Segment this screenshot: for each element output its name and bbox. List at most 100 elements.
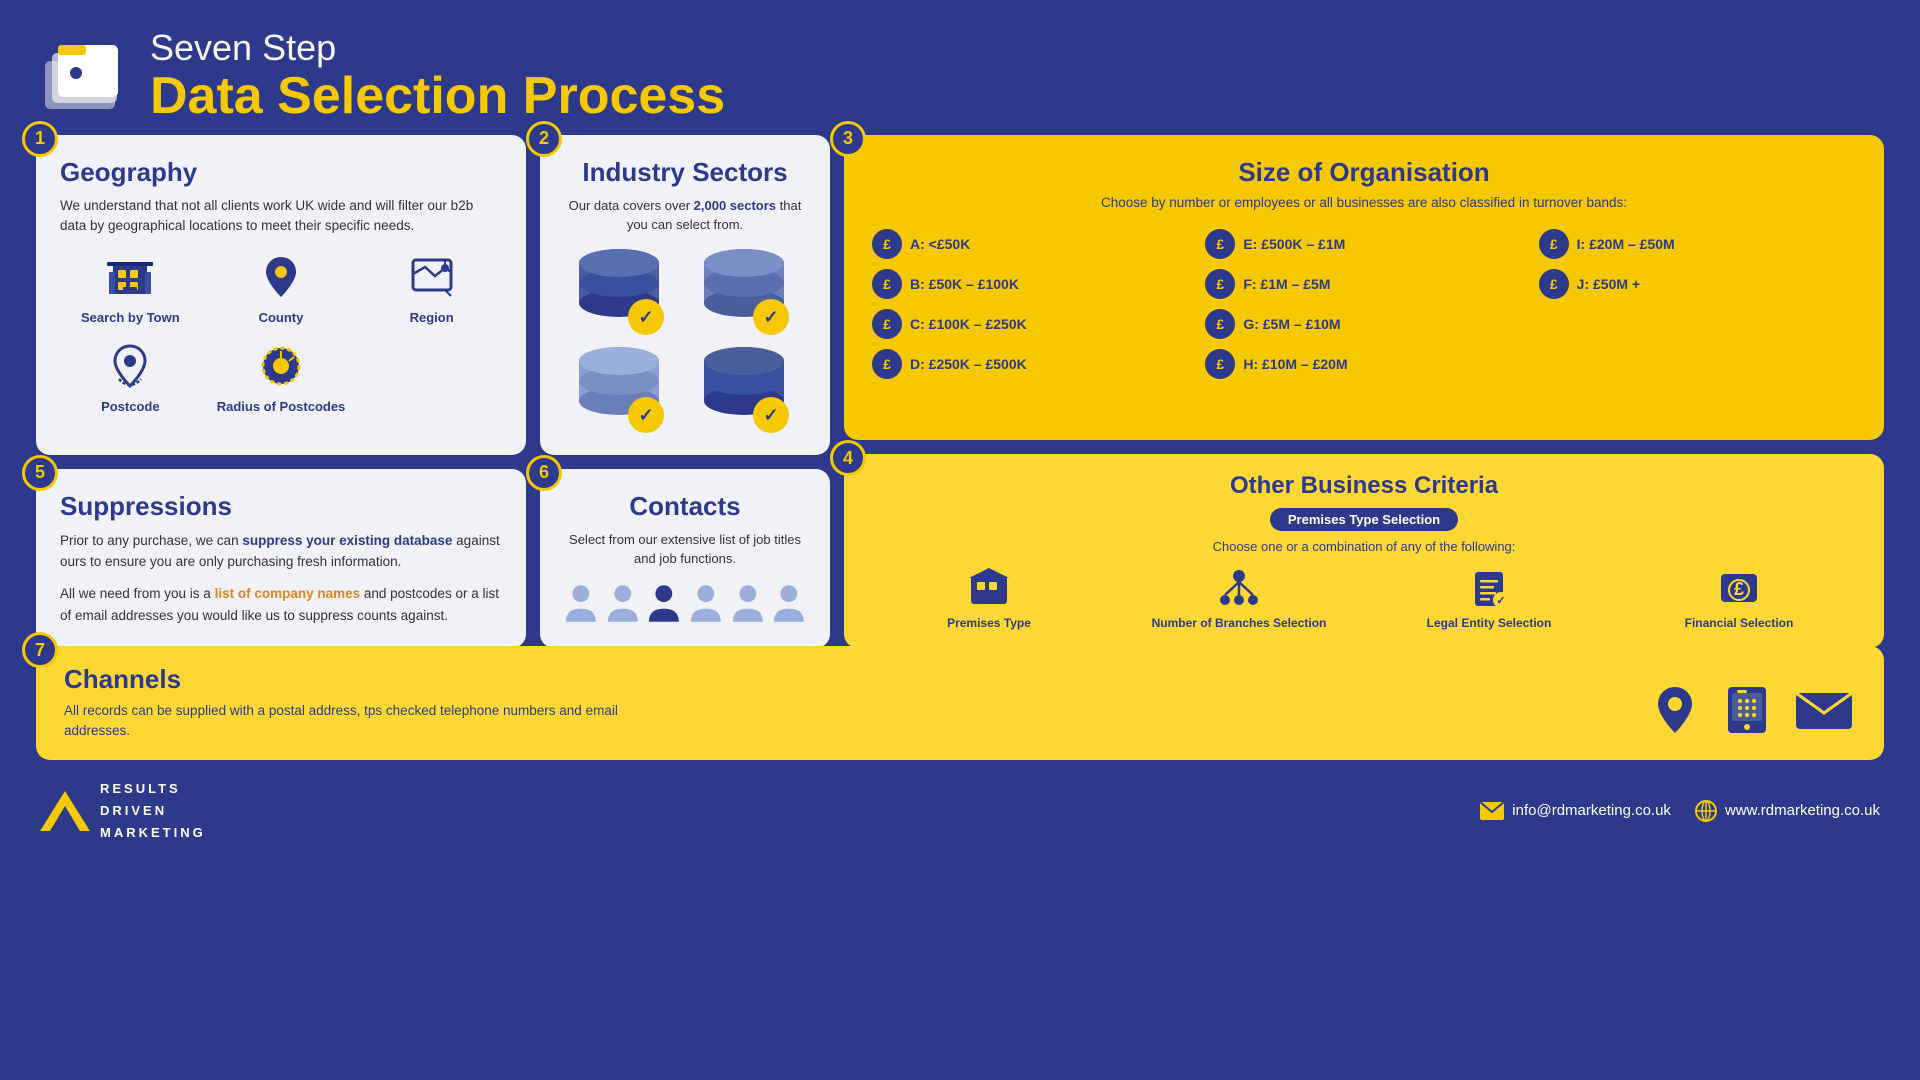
step1-title: Geography: [60, 157, 502, 188]
step2-highlight: 2,000 sectors: [694, 198, 776, 213]
header-text: Seven Step Data Selection Process: [150, 28, 725, 125]
criteria-financial-label: Financial Selection: [1685, 616, 1794, 630]
turnover-h: £ H: £10M – £20M: [1205, 349, 1522, 379]
criteria-financial: £ Financial Selection: [1618, 566, 1860, 630]
folder-icon: [40, 31, 130, 121]
step7-row: 7 Channels All records can be supplied w…: [0, 646, 1920, 760]
step2-description: Our data covers over 2,000 sectors that …: [564, 196, 806, 235]
footer: RESULTS DRIVEN MARKETING info@rdmarketin…: [0, 770, 1920, 852]
db-icon-3: ✓: [564, 343, 674, 433]
telephone-icon: [1720, 683, 1774, 737]
pound-icon-d: £: [872, 349, 902, 379]
person-icon-4: [689, 581, 723, 625]
step2-badge: 2: [526, 121, 562, 157]
step3-title: Size of Organisation: [872, 157, 1856, 188]
step5-para2: All we need from you is a list of compan…: [60, 583, 502, 626]
geo-postcode-label: Postcode: [101, 399, 160, 414]
footer-email-address: info@rdmarketing.co.uk: [1512, 802, 1671, 819]
criteria-legal-label: Legal Entity Selection: [1427, 616, 1552, 630]
step6-contacts: 6 Contacts Select from our extensive lis…: [540, 469, 830, 648]
pound-icon-f: £: [1205, 269, 1235, 299]
header-subtitle: Seven Step: [150, 28, 725, 68]
geo-search-by-town: Search by Town: [60, 250, 201, 325]
email-icon: [1792, 683, 1856, 737]
svg-text:£: £: [1734, 579, 1744, 599]
turnover-a-label: A: <£50K: [910, 236, 970, 252]
step5-para1: Prior to any purchase, we can suppress y…: [60, 530, 502, 573]
step1-geography: 1 Geography We understand that not all c…: [36, 135, 526, 455]
branches-icon: [1217, 566, 1261, 610]
turnover-e: £ E: £500K – £1M: [1205, 229, 1522, 259]
criteria-legal: ✓ Legal Entity Selection: [1368, 566, 1610, 630]
header: Seven Step Data Selection Process: [0, 0, 1920, 135]
pound-icon-g: £: [1205, 309, 1235, 339]
premises-badge: Premises Type Selection: [1270, 508, 1458, 531]
footer-logo: RESULTS DRIVEN MARKETING: [40, 778, 206, 844]
svg-text:✓: ✓: [763, 405, 778, 425]
turnover-grid: £ A: <£50K £ E: £500K – £1M £ I: £20M – …: [872, 229, 1856, 379]
step4-other-biz: 4 Other Business Criteria Premises Type …: [844, 454, 1884, 648]
logo-text-block: RESULTS DRIVEN MARKETING: [100, 778, 206, 844]
step3-subtitle: Choose by number or employees or all bus…: [872, 194, 1856, 213]
criteria-branches-label: Number of Branches Selection: [1152, 616, 1327, 630]
footer-email-icon: [1480, 802, 1504, 820]
person-icon-1: [564, 581, 598, 625]
step1-description: We understand that not all clients work …: [60, 196, 502, 237]
legal-icon: ✓: [1467, 566, 1511, 610]
step2-title: Industry Sectors: [564, 157, 806, 188]
turnover-f-label: F: £1M – £5M: [1243, 276, 1330, 292]
svg-text:✓: ✓: [1496, 595, 1505, 607]
turnover-h-label: H: £10M – £20M: [1243, 356, 1347, 372]
rdm-logo-icon: [40, 791, 90, 831]
person-icon-6: [772, 581, 806, 625]
turnover-c-label: C: £100K – £250K: [910, 316, 1027, 332]
logo-line-3: MARKETING: [100, 825, 206, 840]
footer-email: info@rdmarketing.co.uk: [1480, 802, 1671, 820]
suppress-highlight: suppress your existing database: [242, 533, 452, 548]
step6-description: Select from our extensive list of job ti…: [564, 530, 806, 569]
step7-description: All records can be supplied with a posta…: [64, 701, 664, 742]
geo-region: Region: [361, 250, 502, 325]
turnover-d: £ D: £250K – £500K: [872, 349, 1189, 379]
building-icon: [103, 250, 157, 304]
step4-description: Choose one or a combination of any of th…: [868, 539, 1860, 554]
pound-icon-a: £: [872, 229, 902, 259]
pound-icon-b: £: [872, 269, 902, 299]
header-title: Data Selection Process: [150, 68, 725, 125]
footer-website-url: www.rdmarketing.co.uk: [1725, 802, 1880, 819]
geo-radius: Radius of Postcodes: [211, 339, 352, 414]
financial-icon: £: [1717, 566, 1761, 610]
footer-website: www.rdmarketing.co.uk: [1695, 800, 1880, 822]
person-icons: [564, 581, 806, 625]
step5-badge: 5: [22, 455, 58, 491]
person-icon-3: [647, 581, 681, 625]
step6-title: Contacts: [564, 491, 806, 522]
step7-title: Channels: [64, 664, 664, 695]
channel-icons: [1648, 683, 1856, 737]
criteria-premises: Premises Type: [868, 566, 1110, 630]
pound-icon-e: £: [1205, 229, 1235, 259]
step3-size: 3 Size of Organisation Choose by number …: [844, 135, 1884, 440]
logo-line-2: DRIVEN: [100, 803, 167, 818]
step2-industry: 2 Industry Sectors Our data covers over …: [540, 135, 830, 455]
turnover-j-label: J: £50M +: [1577, 276, 1640, 292]
geo-region-label: Region: [410, 310, 454, 325]
step4-title: Other Business Criteria: [868, 472, 1860, 500]
turnover-i-label: I: £20M – £50M: [1577, 236, 1675, 252]
company-list-highlight: list of company names: [215, 586, 361, 601]
step5-suppressions: 5 Suppressions Prior to any purchase, we…: [36, 469, 526, 648]
pound-icon-c: £: [872, 309, 902, 339]
biz-criteria-grid: Premises Type Number of Branches Selecti…: [868, 566, 1860, 630]
step3-badge: 3: [830, 121, 866, 157]
turnover-e-label: E: £500K – £1M: [1243, 236, 1345, 252]
svg-text:✓: ✓: [638, 405, 653, 425]
turnover-g-label: G: £5M – £10M: [1243, 316, 1340, 332]
step7-content: Channels All records can be supplied wit…: [64, 664, 664, 742]
step4-badge: 4: [830, 440, 866, 476]
region-map-icon: [405, 250, 459, 304]
criteria-premises-label: Premises Type: [947, 616, 1031, 630]
step5-title: Suppressions: [60, 491, 502, 522]
map-pin-icon: [254, 250, 308, 304]
db-icon-1: ✓: [564, 245, 674, 335]
database-icons: ✓ ✓ ✓: [564, 245, 806, 433]
